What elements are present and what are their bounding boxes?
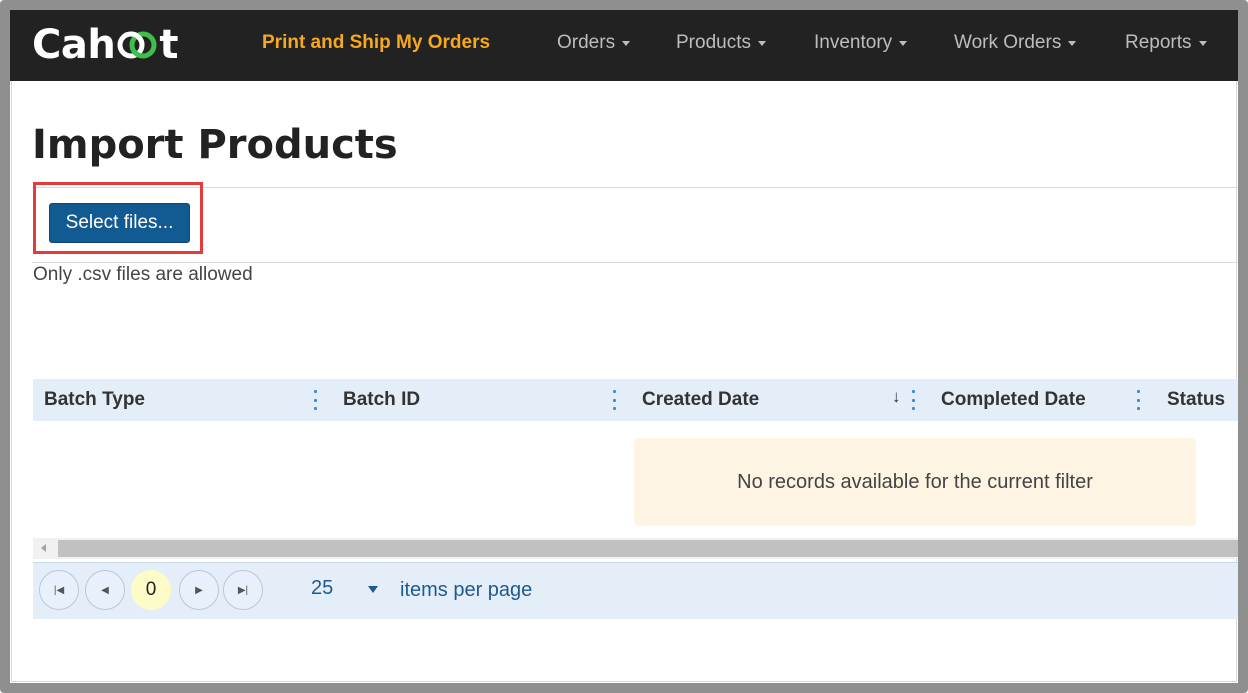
page-title: Import Products: [32, 122, 398, 168]
column-header-completed-date[interactable]: Completed Date: [941, 379, 1086, 421]
nav-orders-label: Orders: [557, 32, 616, 53]
last-page-icon: ▶|: [237, 584, 249, 596]
caret-down-icon: [622, 40, 631, 46]
caret-down-icon: [1198, 40, 1207, 46]
column-title: Completed Date: [941, 389, 1086, 410]
nav-print-and-ship-label: Print and Ship My Orders: [262, 32, 491, 53]
column-title: Batch Type: [44, 389, 146, 410]
nav-work-orders-label: Work Orders: [954, 32, 1062, 53]
column-menu-icon[interactable]: [910, 390, 916, 410]
column-header-batch-type[interactable]: Batch Type: [44, 379, 145, 421]
brand-logo[interactable]: Cah t: [32, 22, 178, 68]
no-records-message: No records available for the current fil…: [634, 438, 1196, 526]
previous-page-icon: ◀: [101, 584, 109, 596]
column-header-status[interactable]: Status: [1167, 379, 1225, 421]
column-menu-icon[interactable]: [611, 390, 617, 410]
column-header-created-date[interactable]: Created Date: [642, 379, 759, 421]
upload-hint: Only .csv files are allowed: [33, 264, 253, 285]
next-page-icon: ▶: [195, 584, 203, 596]
column-title: Status: [1167, 389, 1226, 410]
horizontal-scrollbar[interactable]: [33, 538, 1238, 559]
brand-suffix: t: [159, 22, 178, 68]
nav-orders[interactable]: Orders: [557, 32, 631, 54]
divider: [32, 187, 1238, 188]
scrollbar-thumb[interactable]: [58, 540, 1238, 557]
top-navbar: Cah t Print and Ship My Orders Orders Pr…: [10, 10, 1238, 81]
last-page-button[interactable]: ▶|: [223, 570, 263, 610]
select-files-button[interactable]: Select files...: [49, 203, 190, 243]
nav-inventory-label: Inventory: [814, 32, 893, 53]
nav-print-and-ship[interactable]: Print and Ship My Orders: [262, 32, 490, 54]
screenshot-frame: Cah t Print and Ship My Orders Orders Pr…: [0, 0, 1248, 693]
page-size-select[interactable]: 25: [311, 577, 333, 600]
brand-prefix: Cah: [32, 22, 116, 68]
caret-down-icon[interactable]: [368, 586, 378, 593]
current-page-number[interactable]: 0: [131, 570, 171, 610]
grid-pager: |◀ ◀ 0 ▶ ▶| 25 items per page: [33, 562, 1238, 619]
sort-descending-icon[interactable]: ↓: [892, 387, 901, 407]
nav-products[interactable]: Products: [676, 32, 766, 54]
column-menu-icon[interactable]: [1135, 390, 1141, 410]
first-page-button[interactable]: |◀: [39, 570, 79, 610]
nav-reports-label: Reports: [1125, 32, 1192, 53]
first-page-icon: |◀: [53, 584, 65, 596]
caret-down-icon: [899, 40, 908, 46]
logo-linked-rings-icon: [117, 31, 157, 59]
page-size-label: items per page: [400, 579, 533, 601]
grid-header: Batch Type Batch ID Created Date ↓ Compl…: [33, 379, 1238, 421]
nav-inventory[interactable]: Inventory: [814, 32, 908, 54]
caret-down-icon: [757, 40, 766, 46]
column-menu-icon[interactable]: [312, 390, 318, 410]
divider: [32, 262, 1238, 263]
nav-work-orders[interactable]: Work Orders: [954, 32, 1077, 54]
next-page-button[interactable]: ▶: [179, 570, 219, 610]
column-title: Batch ID: [343, 389, 421, 410]
column-header-batch-id[interactable]: Batch ID: [343, 379, 420, 421]
nav-reports[interactable]: Reports: [1125, 32, 1207, 54]
column-title: Created Date: [642, 389, 760, 410]
previous-page-button[interactable]: ◀: [85, 570, 125, 610]
nav-products-label: Products: [676, 32, 751, 53]
scroll-left-icon[interactable]: [41, 544, 46, 552]
caret-down-icon: [1068, 40, 1077, 46]
